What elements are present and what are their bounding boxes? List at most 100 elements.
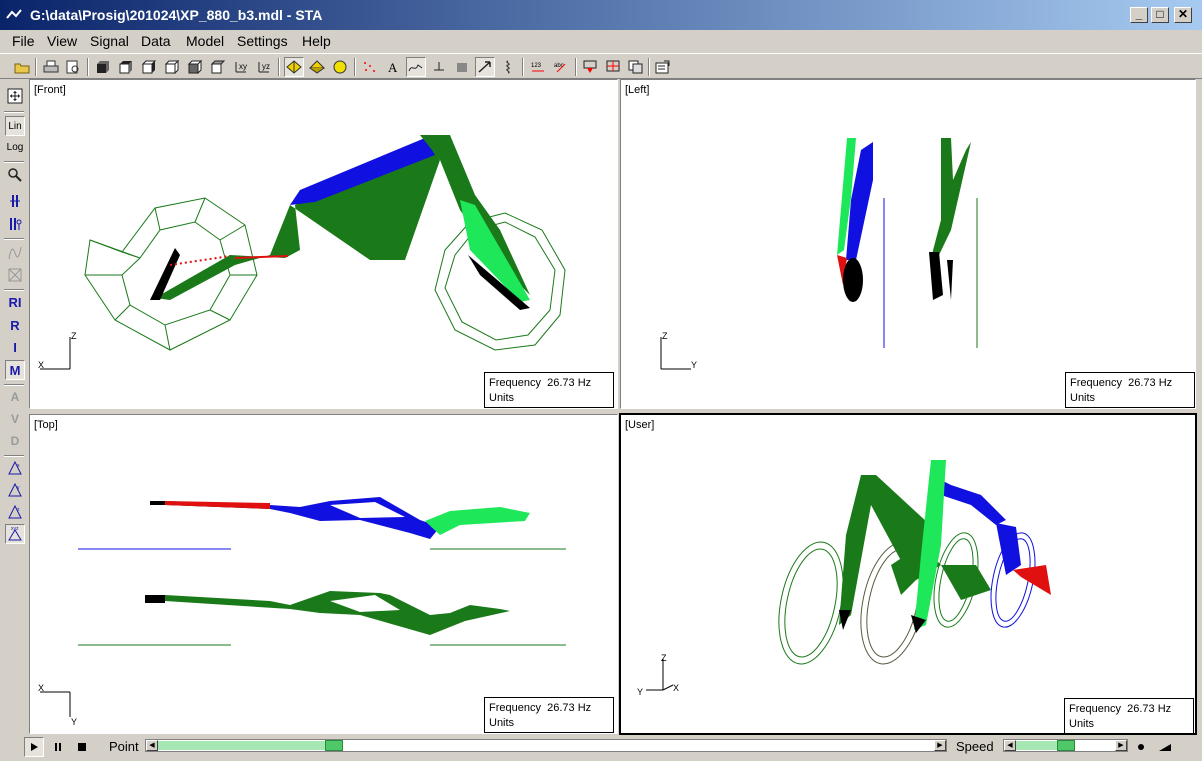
point-slider-fill (158, 741, 334, 750)
zoom-icon[interactable] (5, 165, 25, 185)
yellow-circle-icon[interactable] (330, 57, 350, 77)
user-freq-value: 26.73 Hz (1127, 703, 1172, 715)
i-button[interactable]: I (5, 337, 25, 357)
toolbar-separator (278, 58, 280, 76)
cursor-single-icon[interactable] (5, 191, 25, 211)
front-view-model: Z X (38, 135, 566, 370)
top-view-model: X Y (38, 497, 566, 727)
play-icon[interactable] (24, 737, 44, 757)
user-freq-label: Frequency (1069, 703, 1121, 715)
front-view[interactable]: [Front] Z X Frequency 26.73 Hz Units (29, 79, 618, 409)
menu-signal[interactable]: Signal (90, 33, 129, 49)
front-frame (150, 135, 530, 310)
user-axis-c: X (673, 683, 679, 693)
front-axis-a: X (38, 360, 44, 370)
fill-icon[interactable] (452, 57, 472, 77)
log-button[interactable]: Log (5, 137, 25, 157)
a-button[interactable]: A (5, 387, 25, 407)
point-slider[interactable]: ◀ ▶ (145, 739, 947, 752)
user-axis-a: Z (661, 653, 667, 663)
user-view[interactable]: [User] Z Y X Frequency 26.73 Hz Units (619, 413, 1197, 735)
point-label: Point (109, 739, 139, 754)
open-icon[interactable] (12, 57, 32, 77)
d-button[interactable]: D (5, 431, 25, 451)
lin-button[interactable]: Lin (5, 116, 25, 136)
print-icon[interactable] (41, 57, 61, 77)
ri-button[interactable]: RI (5, 292, 25, 312)
toolbar-separator (648, 58, 650, 76)
menu-data[interactable]: Data (141, 33, 171, 49)
axis-z-icon[interactable]: z (5, 502, 25, 522)
r-button[interactable]: R (5, 315, 25, 335)
volume-ramp-icon[interactable] (1155, 737, 1175, 757)
minimize-button[interactable]: _ (1130, 7, 1148, 23)
left-units-label: Units (1070, 392, 1096, 404)
speed-slider[interactable]: ◀ ▶ (1003, 739, 1128, 752)
menu-file[interactable]: File (12, 33, 35, 49)
m-button[interactable]: M (5, 360, 25, 380)
axis-xyz-icon[interactable]: xyz (5, 524, 25, 544)
properties-icon[interactable] (653, 57, 673, 77)
menu-model[interactable]: Model (186, 33, 224, 49)
speed-slider-thumb[interactable] (1057, 740, 1075, 751)
spring-icon[interactable] (498, 57, 518, 77)
user-info-box: Frequency 26.73 Hz Units (1064, 698, 1194, 733)
top-info-box: Frequency 26.73 Hz Units (484, 697, 614, 733)
menu-view[interactable]: View (47, 33, 77, 49)
yellow-shape-2-icon[interactable] (307, 57, 327, 77)
toolbar-separator (4, 238, 24, 240)
menu-help[interactable]: Help (302, 33, 331, 49)
marker-down-icon[interactable] (580, 57, 600, 77)
peak-icon[interactable] (5, 243, 25, 263)
cross-icon[interactable] (5, 265, 25, 285)
axis-view-1-icon[interactable]: xy (231, 57, 251, 77)
arrow-icon[interactable] (475, 57, 495, 77)
left-view-model: Z Y (660, 138, 978, 370)
print-preview-icon[interactable] (63, 57, 83, 77)
point-slider-thumb[interactable] (325, 740, 343, 751)
labels-icon[interactable]: abc (551, 57, 571, 77)
axis-view-2-icon[interactable]: yz (254, 57, 274, 77)
yellow-shape-1-icon[interactable] (284, 57, 304, 77)
close-button[interactable]: ✕ (1174, 7, 1192, 23)
scroll-right-icon[interactable]: ▶ (934, 740, 946, 751)
scroll-right-icon[interactable]: ▶ (1115, 740, 1127, 751)
toolbar-separator (4, 455, 24, 457)
points-icon[interactable] (360, 57, 380, 77)
left-axis-b: Z (662, 331, 668, 341)
fit-view-icon[interactable] (5, 86, 25, 106)
maximize-button[interactable]: □ (1151, 7, 1169, 23)
svg-text:z: z (17, 507, 20, 513)
front-axis-b: Z (71, 331, 77, 341)
window-title: G:\data\Prosig\201024\XP_880_b3.mdl - ST… (30, 7, 323, 23)
axis-x-icon[interactable]: x (5, 458, 25, 478)
scroll-left-icon[interactable]: ◀ (1004, 740, 1016, 751)
toolbar-separator (575, 58, 577, 76)
v-button[interactable]: V (5, 409, 25, 429)
cursor-dual-icon[interactable] (5, 214, 25, 234)
scroll-left-icon[interactable]: ◀ (146, 740, 158, 751)
cube-view-2-icon[interactable] (116, 57, 136, 77)
force-icon[interactable] (429, 57, 449, 77)
cube-view-6-icon[interactable] (208, 57, 228, 77)
marker-split-icon[interactable] (603, 57, 623, 77)
pause-icon[interactable] (48, 737, 68, 757)
cube-view-3-icon[interactable] (139, 57, 159, 77)
cube-view-4-icon[interactable] (162, 57, 182, 77)
cube-view-1-icon[interactable] (93, 57, 113, 77)
svg-text:y: y (17, 485, 20, 491)
dot-icon[interactable] (1131, 737, 1151, 757)
cube-view-5-icon[interactable] (185, 57, 205, 77)
user-units-label: Units (1069, 718, 1095, 730)
axis-y-icon[interactable]: y (5, 480, 25, 500)
user-axis-b: Y (637, 687, 643, 697)
left-view[interactable]: [Left] Z Y Frequency 26.73 Hz Units (620, 79, 1196, 409)
top-view[interactable]: [Top] X Y Frequency 26.73 Hz Units (29, 414, 618, 734)
menu-settings[interactable]: Settings (237, 33, 288, 49)
deform-icon[interactable] (406, 57, 426, 77)
stop-icon[interactable] (72, 737, 92, 757)
copy-view-icon[interactable] (626, 57, 646, 77)
text-annotation-icon[interactable]: A (383, 57, 403, 77)
toolbar-separator (354, 58, 356, 76)
numbering-icon[interactable]: 123 (528, 57, 548, 77)
